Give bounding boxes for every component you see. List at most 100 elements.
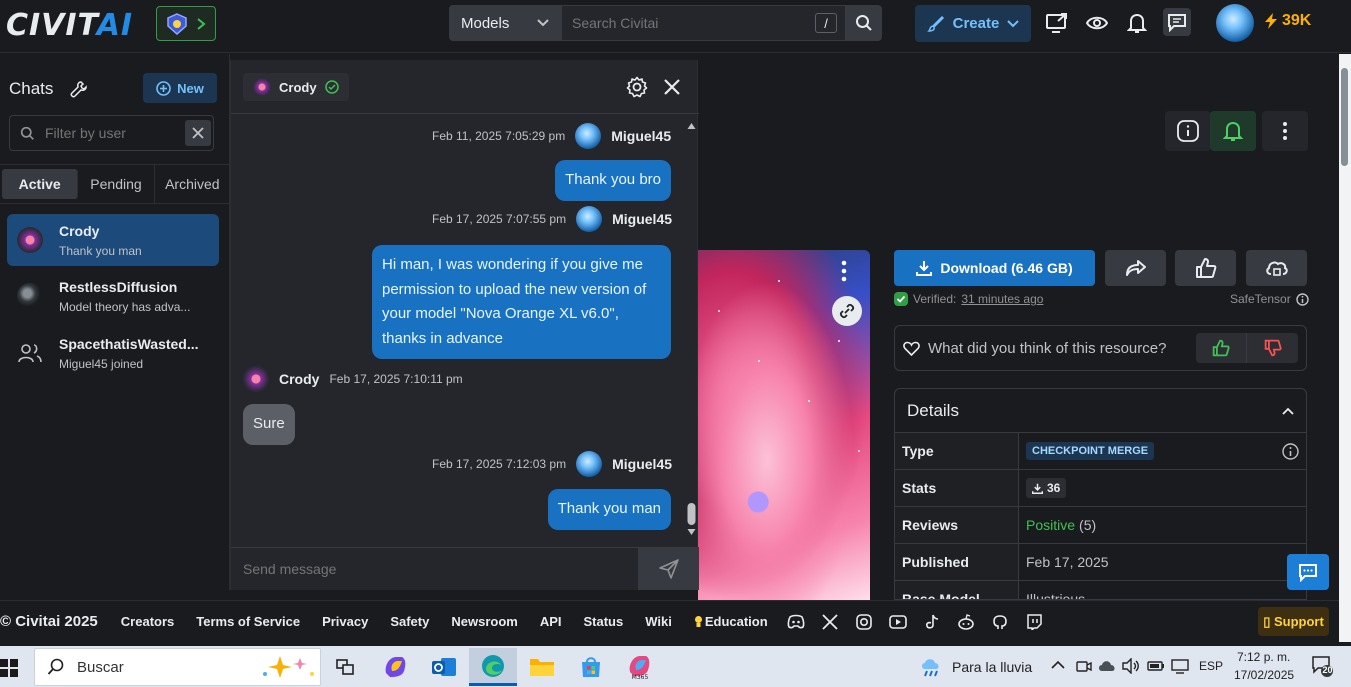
- cast-screen-icon[interactable]: [1045, 11, 1069, 35]
- clock-date[interactable]: 17/02/2025: [1234, 668, 1294, 682]
- task-view-icon[interactable]: [321, 648, 369, 686]
- clock-time[interactable]: 7:12 p. m.: [1237, 650, 1290, 664]
- cloud-save-button[interactable]: [1246, 250, 1307, 286]
- tab-pending[interactable]: Pending: [78, 165, 155, 203]
- discord-icon[interactable]: [787, 613, 805, 631]
- notify-button[interactable]: [1210, 111, 1256, 151]
- like-button[interactable]: [1175, 250, 1236, 286]
- chat-settings-button[interactable]: [626, 76, 648, 98]
- chat-item-name: Crody: [59, 222, 100, 239]
- sparkles-icon: [263, 656, 314, 678]
- model-preview-image[interactable]: [698, 250, 870, 600]
- footer-link-terms[interactable]: Terms of Service: [196, 614, 300, 629]
- details-header[interactable]: Details: [895, 389, 1306, 433]
- more-options-button[interactable]: [1262, 111, 1308, 151]
- messages-scrollbar[interactable]: [685, 118, 698, 541]
- message-input[interactable]: [231, 548, 638, 590]
- battery-icon[interactable]: [1147, 659, 1165, 673]
- open-chat-fab-button[interactable]: [1287, 554, 1329, 590]
- chat-list-item[interactable]: Crody Thank you man: [7, 214, 219, 266]
- membership-badge-button[interactable]: [156, 6, 216, 41]
- chat-icon[interactable]: [1163, 8, 1191, 36]
- outlook-icon[interactable]: [420, 648, 468, 686]
- chat-list-item[interactable]: SpacethatisWasted... Miguel45 joined: [7, 327, 219, 379]
- footer-link-privacy[interactable]: Privacy: [322, 614, 368, 629]
- taskbar-search[interactable]: Buscar: [34, 648, 321, 686]
- remix-link-icon[interactable]: [832, 296, 862, 326]
- download-button[interactable]: Download (6.46 GB): [894, 250, 1095, 286]
- edge-browser-icon[interactable]: [469, 648, 517, 686]
- footer-link-safety[interactable]: Safety: [390, 614, 429, 629]
- meet-camera-icon[interactable]: [1076, 658, 1092, 674]
- weather-text[interactable]: Para la lluvia: [952, 659, 1032, 675]
- eye-icon[interactable]: [1085, 11, 1109, 35]
- brush-icon: [926, 15, 944, 32]
- volume-icon[interactable]: [1122, 658, 1140, 674]
- tiktok-icon[interactable]: [923, 613, 941, 631]
- page-scrollbar-thumb[interactable]: [1341, 68, 1348, 166]
- new-chat-button[interactable]: New: [143, 73, 217, 103]
- chat-user-chip[interactable]: Crody: [243, 73, 349, 101]
- top-header: CIVITAI Models / Create 39K: [0, 0, 1351, 53]
- youtube-icon[interactable]: [888, 613, 907, 631]
- tab-archived[interactable]: Archived: [155, 165, 230, 203]
- copilot-icon[interactable]: [371, 648, 419, 686]
- file-format-label: SafeTensor: [1230, 292, 1291, 306]
- close-chat-button[interactable]: [663, 78, 681, 96]
- footer-link-wiki[interactable]: Wiki: [645, 614, 672, 629]
- notification-center-icon[interactable]: 20: [1311, 655, 1333, 677]
- chat-list-item[interactable]: RestlessDiffusion Model theory has adva..…: [7, 270, 219, 322]
- bell-icon[interactable]: [1125, 11, 1149, 35]
- footer-link-education[interactable]: Education: [694, 614, 768, 629]
- footer-copyright: © Civitai 2025: [0, 613, 98, 630]
- search-button[interactable]: [846, 5, 882, 41]
- language-indicator[interactable]: ESP: [1199, 659, 1223, 673]
- twitch-icon[interactable]: [1025, 613, 1043, 631]
- footer-link-status[interactable]: Status: [584, 614, 624, 629]
- footer-link-newsroom[interactable]: Newsroom: [451, 614, 517, 629]
- info-button[interactable]: [1165, 111, 1211, 151]
- user-avatar[interactable]: [1216, 4, 1254, 42]
- civitai-logo[interactable]: CIVITAI: [6, 8, 133, 43]
- filter-user-input[interactable]: [45, 125, 175, 141]
- send-button[interactable]: [638, 548, 699, 590]
- close-icon: [664, 79, 680, 95]
- tab-active[interactable]: Active: [2, 169, 79, 199]
- verified-time-link[interactable]: 31 minutes ago: [961, 292, 1043, 306]
- buzz-balance[interactable]: 39K: [1264, 12, 1311, 30]
- x-twitter-icon[interactable]: [821, 613, 839, 631]
- create-button[interactable]: Create: [915, 5, 1031, 42]
- feedback-like-button[interactable]: [1196, 333, 1247, 363]
- onedrive-cloud-icon[interactable]: [1098, 659, 1116, 672]
- network-icon[interactable]: [1171, 658, 1189, 674]
- footer-link-creators[interactable]: Creators: [121, 614, 174, 629]
- feedback-question: What did you think of this resource?: [928, 339, 1167, 357]
- footer-link-api[interactable]: API: [540, 614, 562, 629]
- image-options-icon[interactable]: [841, 260, 847, 282]
- reviews-rating-link[interactable]: Positive: [1026, 517, 1075, 533]
- microsoft-365-icon[interactable]: M365: [616, 648, 664, 686]
- search-input[interactable]: [561, 5, 846, 41]
- search-category-select[interactable]: Models: [449, 5, 561, 41]
- weather-rain-icon[interactable]: [919, 654, 945, 678]
- file-explorer-icon[interactable]: [518, 648, 566, 686]
- windows-start-icon[interactable]: [0, 659, 18, 677]
- support-label: Support: [1273, 614, 1324, 629]
- instagram-icon[interactable]: [855, 613, 873, 631]
- chat-settings-wrench-button[interactable]: [67, 77, 91, 101]
- downloads-stat-badge: 36: [1026, 478, 1067, 498]
- clear-filter-button[interactable]: [185, 120, 211, 146]
- support-button[interactable]: ▯ Support: [1258, 607, 1329, 636]
- github-icon[interactable]: [991, 613, 1009, 631]
- share-icon: [1125, 260, 1146, 276]
- search-icon: [20, 126, 34, 140]
- share-button[interactable]: [1105, 250, 1166, 286]
- chat-bubble-icon: [1299, 564, 1317, 582]
- store-icon[interactable]: [567, 648, 615, 686]
- avatar: [576, 451, 603, 477]
- feedback-dislike-button[interactable]: [1247, 333, 1298, 363]
- info-icon[interactable]: [1296, 292, 1309, 306]
- chevron-up-icon[interactable]: [1051, 660, 1065, 670]
- info-icon[interactable]: [1282, 442, 1299, 460]
- reddit-icon[interactable]: [957, 613, 975, 631]
